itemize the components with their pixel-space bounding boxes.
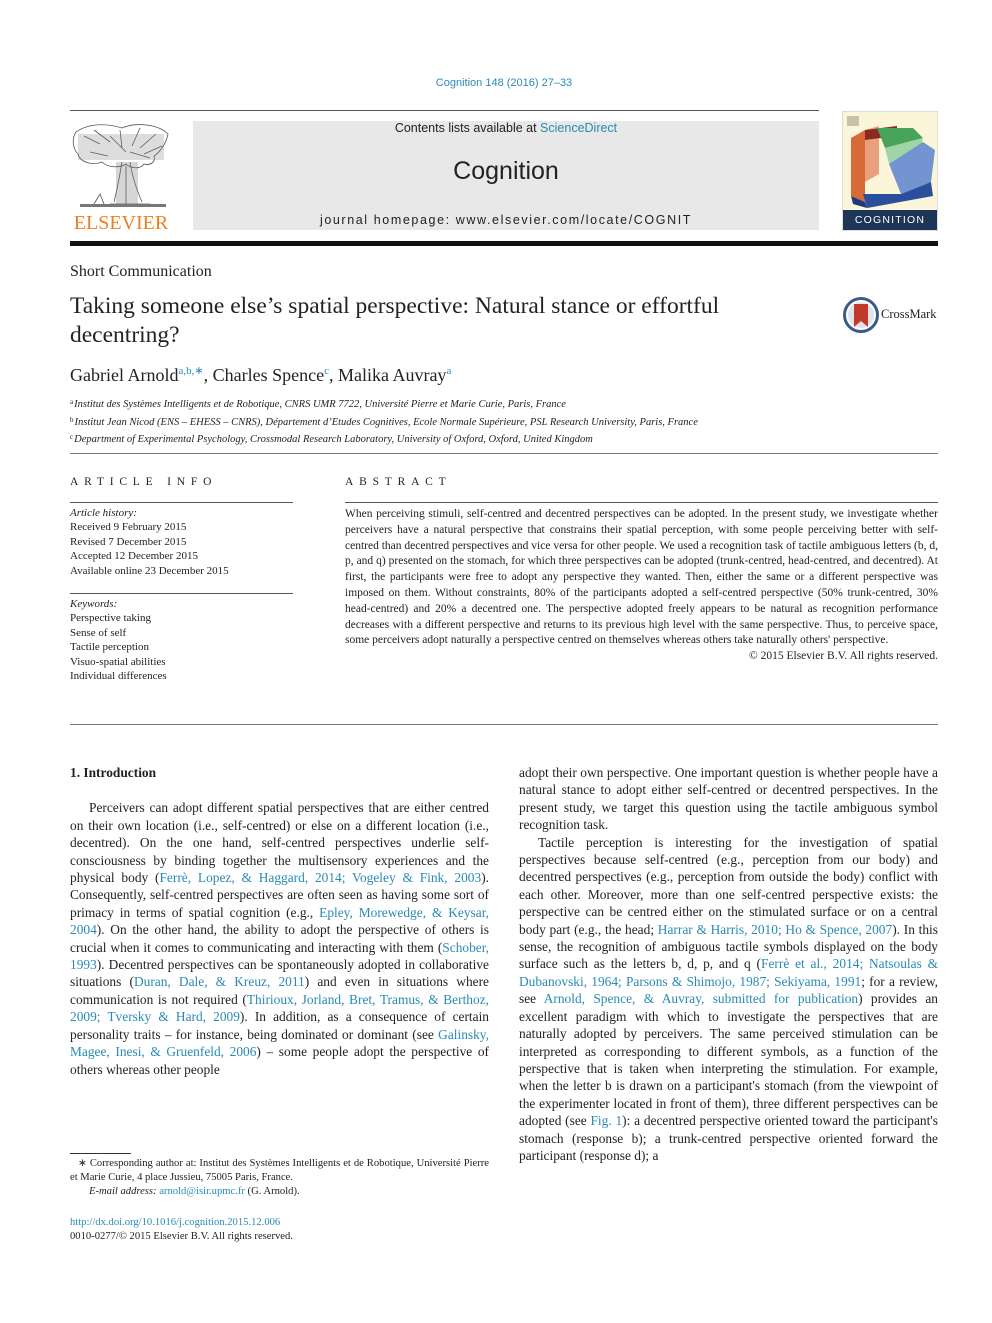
affiliation-mark: a bbox=[70, 398, 74, 406]
header-thick-rule bbox=[70, 241, 938, 246]
journal-banner: Contents lists available at ScienceDirec… bbox=[193, 121, 819, 230]
citation-link[interactable]: Harrar & Harris, 2010; Ho & Spence, 2007 bbox=[658, 922, 892, 937]
journal-homepage[interactable]: journal homepage: www.elsevier.com/locat… bbox=[193, 213, 819, 227]
footnote-rule bbox=[70, 1153, 131, 1154]
doi-block: http://dx.doi.org/10.1016/j.cognition.20… bbox=[70, 1216, 293, 1244]
affiliations: aInstitut des Systèmes Intelligents et d… bbox=[70, 395, 698, 448]
affiliation-text: Department of Experimental Psychology, C… bbox=[74, 434, 593, 445]
keyword: Visuo-spatial abilities bbox=[70, 655, 166, 668]
history-item: Received 9 February 2015 bbox=[70, 521, 187, 534]
contents-prefix: Contents lists available at bbox=[394, 121, 541, 135]
crossmark-label: CrossMark bbox=[881, 307, 937, 321]
issn-copyright: 0010-0277/© 2015 Elsevier B.V. All right… bbox=[70, 1231, 293, 1243]
article-info-heading: ARTICLE INFO bbox=[70, 476, 218, 488]
affiliation: aInstitut des Systèmes Intelligents et d… bbox=[70, 395, 698, 413]
divider bbox=[70, 502, 293, 503]
article-title: Taking someone else’s spatial perspectiv… bbox=[70, 293, 720, 348]
author-list: Gabriel Arnolda,b,∗, Charles Spencec, Ma… bbox=[70, 365, 452, 385]
history-label: Article history: bbox=[70, 507, 137, 519]
body-column-left: 1. Introduction Perceivers can adopt dif… bbox=[70, 764, 489, 1078]
body-column-right: adopt their own perspective. One importa… bbox=[519, 764, 938, 1164]
author-name[interactable]: Malika Auvray bbox=[338, 365, 446, 385]
abstract: When perceiving stimuli, self-centred an… bbox=[345, 507, 938, 665]
divider bbox=[345, 502, 938, 503]
keywords: Keywords: Perspective taking Sense of se… bbox=[70, 597, 167, 683]
article-history: Article history: Received 9 February 201… bbox=[70, 506, 229, 578]
keyword: Sense of self bbox=[70, 626, 127, 639]
elsevier-wordmark: ELSEVIER bbox=[73, 212, 169, 234]
journal-title: Cognition bbox=[453, 157, 559, 185]
keyword: Perspective taking bbox=[70, 612, 151, 625]
history-item: Revised 7 December 2015 bbox=[70, 535, 187, 548]
author-affiliation-mark[interactable]: a,b,∗ bbox=[178, 365, 203, 377]
citation-link[interactable]: Duran, Dale, & Kreuz, 2011 bbox=[134, 974, 305, 989]
citation-link[interactable]: Arnold, Spence, & Auvray, submitted for … bbox=[544, 991, 858, 1006]
affiliation-mark: c bbox=[70, 433, 74, 441]
keywords-label: Keywords: bbox=[70, 598, 118, 610]
affiliation-mark: b bbox=[70, 415, 74, 424]
cover-label: COGNITION bbox=[843, 210, 937, 230]
divider bbox=[70, 593, 293, 594]
author-name[interactable]: Gabriel Arnold bbox=[70, 365, 178, 385]
contents-line: Contents lists available at ScienceDirec… bbox=[193, 121, 819, 135]
affiliation-text: Institut des Systèmes Intelligents et de… bbox=[74, 399, 566, 410]
journal-cover-image[interactable]: COGNITION bbox=[842, 111, 938, 231]
email-label: E-mail address: bbox=[89, 1186, 160, 1198]
header-rule bbox=[70, 110, 819, 111]
email-suffix: (G. Arnold). bbox=[244, 1186, 300, 1198]
body-paragraph: Tactile perception is interesting for th… bbox=[519, 834, 938, 1165]
keyword: Individual differences bbox=[70, 670, 167, 683]
abstract-heading: ABSTRACT bbox=[345, 476, 452, 488]
corresponding-author-note: ∗ Corresponding author at: Institut des … bbox=[70, 1158, 489, 1184]
section-heading: 1. Introduction bbox=[70, 765, 157, 780]
citation-link[interactable]: Fig. 1 bbox=[590, 1113, 622, 1128]
section-divider bbox=[70, 724, 938, 725]
citation-link[interactable]: Ferrè, Lopez, & Haggard, 2014; Vogeley &… bbox=[159, 870, 481, 885]
sciencedirect-link[interactable]: ScienceDirect bbox=[540, 121, 617, 135]
footnotes: ∗ Corresponding author at: Institut des … bbox=[70, 1157, 489, 1200]
affiliation: bInstitut Jean Nicod (ENS – EHESS – CNRS… bbox=[70, 413, 698, 431]
elsevier-logo[interactable]: ELSEVIER bbox=[70, 118, 172, 234]
body-paragraph: Perceivers can adopt different spatial p… bbox=[70, 799, 489, 1078]
body-text: ). On the other hand, the ability to ado… bbox=[70, 922, 489, 955]
article-type: Short Communication bbox=[70, 263, 212, 280]
crossmark-icon bbox=[843, 297, 879, 333]
author-name[interactable]: Charles Spence bbox=[213, 365, 324, 385]
crossmark-button[interactable]: CrossMark bbox=[843, 297, 943, 333]
cognition-cube-icon bbox=[847, 116, 935, 208]
email-line: E-mail address: arnold@isir.upmc.fr (G. … bbox=[70, 1185, 489, 1199]
author-affiliation-mark[interactable]: a bbox=[446, 365, 451, 377]
journal-reference-link[interactable]: Cognition 148 (2016) 27–33 bbox=[0, 77, 992, 89]
history-item: Accepted 12 December 2015 bbox=[70, 550, 198, 563]
keyword: Tactile perception bbox=[70, 641, 149, 654]
affiliation-text: Institut Jean Nicod (ENS – EHESS – CNRS)… bbox=[74, 416, 698, 428]
affiliation: cDepartment of Experimental Psychology, … bbox=[70, 430, 698, 448]
elsevier-tree-icon bbox=[72, 124, 169, 207]
section-divider bbox=[70, 453, 938, 454]
email-link[interactable]: arnold@isir.upmc.fr bbox=[159, 1186, 245, 1197]
doi-link[interactable]: http://dx.doi.org/10.1016/j.cognition.20… bbox=[70, 1217, 280, 1228]
body-text: adopt their own perspective. One importa… bbox=[519, 765, 938, 833]
author-affiliation-mark[interactable]: c bbox=[324, 365, 329, 377]
history-item: Available online 23 December 2015 bbox=[70, 564, 229, 577]
abstract-copyright: © 2015 Elsevier B.V. All rights reserved… bbox=[749, 650, 938, 663]
body-paragraph: adopt their own perspective. One importa… bbox=[519, 764, 938, 834]
abstract-text: When perceiving stimuli, self-centred an… bbox=[345, 508, 938, 647]
body-text: ) provides an excellent paradigm with wh… bbox=[519, 991, 938, 1129]
